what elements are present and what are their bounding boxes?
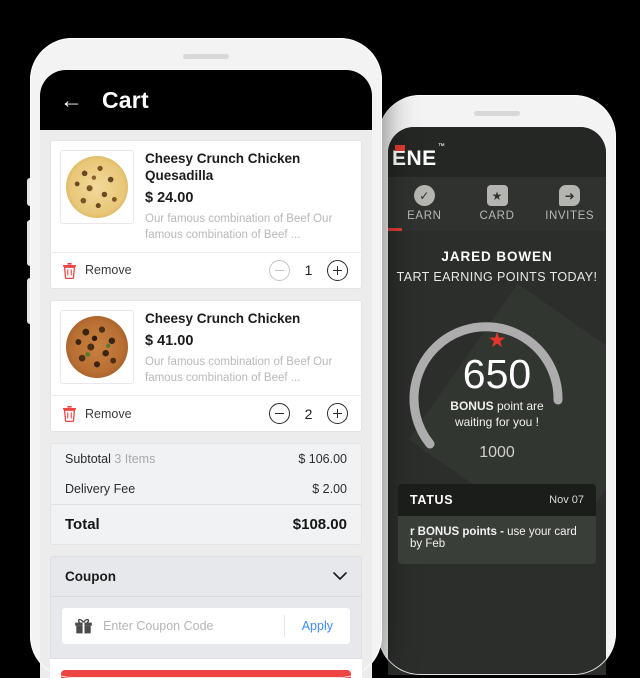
remove-item-button[interactable]: Remove <box>62 262 132 279</box>
cart-item-row: Cheesy Crunch Chicken $ 41.00 Our famous… <box>50 299 362 432</box>
tab-card[interactable]: ★ CARD <box>461 185 534 222</box>
phone-device-back: ENE ™ ✓ EARN ★ CARD ➜ INVITES JARED BOWE… <box>378 95 616 675</box>
buy-now-button[interactable]: Buy 1 Item For $26.00 <box>61 670 351 678</box>
quantity-value: 2 <box>304 405 313 422</box>
quantity-stepper: 2 <box>269 403 348 424</box>
tab-invites-label: INVITES <box>545 210 595 222</box>
gauge-points-value: 650 <box>462 351 532 397</box>
phone-speaker-back <box>474 111 520 116</box>
phone-speaker-front <box>183 54 229 59</box>
cart-content: Cheesy Crunch Chicken Quesadilla $ 24.00… <box>40 130 372 678</box>
tab-earn[interactable]: ✓ EARN <box>388 185 461 222</box>
status-message: r BONUS points - use your card by Feb <box>398 516 596 564</box>
logo-mark-icon <box>395 145 405 151</box>
decrease-quantity-button[interactable] <box>269 259 290 281</box>
apply-coupon-button[interactable]: Apply <box>283 615 350 637</box>
item-thumbnail <box>60 150 134 224</box>
delivery-fee-row: Delivery Fee $ 2.00 <box>51 474 361 504</box>
speech-bubble-icon: ➜ <box>559 185 581 206</box>
check-circle-icon: ✓ <box>413 185 435 206</box>
delivery-fee-label: Delivery Fee <box>65 482 136 496</box>
increase-quantity-button[interactable] <box>327 259 348 281</box>
remove-label: Remove <box>85 263 132 278</box>
cart-item-row: Cheesy Crunch Chicken Quesadilla $ 24.00… <box>50 140 362 289</box>
phone-volume-up-button <box>27 220 31 266</box>
coupon-code-input[interactable] <box>103 619 284 633</box>
trademark-symbol: ™ <box>437 143 445 150</box>
increase-quantity-button[interactable] <box>327 403 348 424</box>
status-header: TATUS Nov 07 <box>398 484 596 516</box>
gift-icon <box>75 618 92 633</box>
decrease-quantity-button[interactable] <box>269 403 290 424</box>
coupon-header-toggle[interactable]: Coupon <box>51 557 361 597</box>
loyalty-user-subtitle: TART EARNING POINTS TODAY! <box>396 270 598 284</box>
item-description: Our famous combination of Beef Our famou… <box>145 355 333 384</box>
status-title: TATUS <box>410 493 454 507</box>
loyalty-user-name: JARED BOWEN <box>441 249 553 264</box>
cart-app-screen: ← Cart Cheesy Crunch Chicken Quesadilla … <box>40 70 372 678</box>
gauge-caption-bold: BONUS <box>450 399 494 414</box>
gauge-star-icon: ★ <box>487 329 507 352</box>
item-name: Cheesy Crunch Chicken <box>145 310 301 326</box>
subtotal-value: $ 106.00 <box>298 452 347 466</box>
points-gauge: ★ 650 BONUS point are waiting for you ! … <box>388 292 606 478</box>
grand-total-label: Total <box>65 516 100 533</box>
food-image-icon <box>66 315 128 378</box>
quantity-stepper: 1 <box>269 259 348 281</box>
subtotal-row: Subtotal 3 Items $ 106.00 <box>51 444 361 474</box>
gauge-caption-line2: waiting for you ! <box>454 415 540 430</box>
phone-device-front: ← Cart Cheesy Crunch Chicken Quesadilla … <box>27 38 382 678</box>
status-date: Nov 07 <box>549 494 584 506</box>
gauge-caption-rest: point are <box>493 399 544 414</box>
phone-volume-down-button <box>27 278 31 324</box>
grand-total-value: $108.00 <box>292 516 347 533</box>
back-arrow-icon[interactable]: ← <box>60 88 84 112</box>
tab-invites[interactable]: ➜ INVITES <box>533 185 606 222</box>
trash-icon <box>63 262 76 279</box>
grand-total-row: Total $108.00 <box>51 504 361 544</box>
item-description: Our famous combination of Beef Our famou… <box>145 212 333 241</box>
gauge-caption: BONUS point are waiting for you ! <box>388 398 606 430</box>
item-thumbnail <box>60 309 134 384</box>
loyalty-logo-bar: ENE ™ <box>388 127 606 177</box>
item-price: $ 41.00 <box>145 332 194 349</box>
status-message-bold: r BONUS points - <box>410 526 504 538</box>
item-price: $ 24.00 <box>145 189 194 206</box>
tab-earn-label: EARN <box>407 210 442 222</box>
cart-header: ← Cart <box>40 70 372 130</box>
delivery-fee-value: $ 2.00 <box>312 482 347 496</box>
coupon-field: Apply <box>62 608 350 644</box>
order-summary: Subtotal 3 Items $ 106.00 Delivery Fee $… <box>50 443 362 545</box>
subtotal-label: Subtotal <box>65 452 111 466</box>
gauge-max-value: 1000 <box>479 444 515 461</box>
loyalty-app-screen: ENE ™ ✓ EARN ★ CARD ➜ INVITES JARED BOWE… <box>388 127 606 675</box>
loyalty-tab-bar: ✓ EARN ★ CARD ➜ INVITES <box>388 177 606 232</box>
coupon-title: Coupon <box>65 569 116 584</box>
loyalty-main-content: JARED BOWEN TART EARNING POINTS TODAY! ★… <box>388 231 606 675</box>
quantity-value: 1 <box>304 262 313 279</box>
trash-icon <box>63 406 76 422</box>
phone-mute-button <box>27 178 31 206</box>
chevron-down-icon <box>333 572 347 580</box>
item-name: Cheesy Crunch Chicken Quesadilla <box>145 151 301 183</box>
subtotal-item-count: 3 Items <box>114 452 156 466</box>
food-image-icon <box>66 156 128 218</box>
coupon-section: Coupon Enter Coupon Code Apply <box>50 556 362 659</box>
star-square-icon: ★ <box>486 185 508 206</box>
remove-item-button[interactable]: Remove <box>62 405 132 422</box>
remove-label: Remove <box>85 406 132 421</box>
screenshot-canvas: ENE ™ ✓ EARN ★ CARD ➜ INVITES JARED BOWE… <box>0 0 640 678</box>
tab-card-label: CARD <box>479 210 515 222</box>
checkout-bar: Buy 1 Item For $26.00 <box>50 659 362 678</box>
subtotal-label-group: Subtotal 3 Items <box>65 452 155 466</box>
page-title: Cart <box>102 86 149 113</box>
